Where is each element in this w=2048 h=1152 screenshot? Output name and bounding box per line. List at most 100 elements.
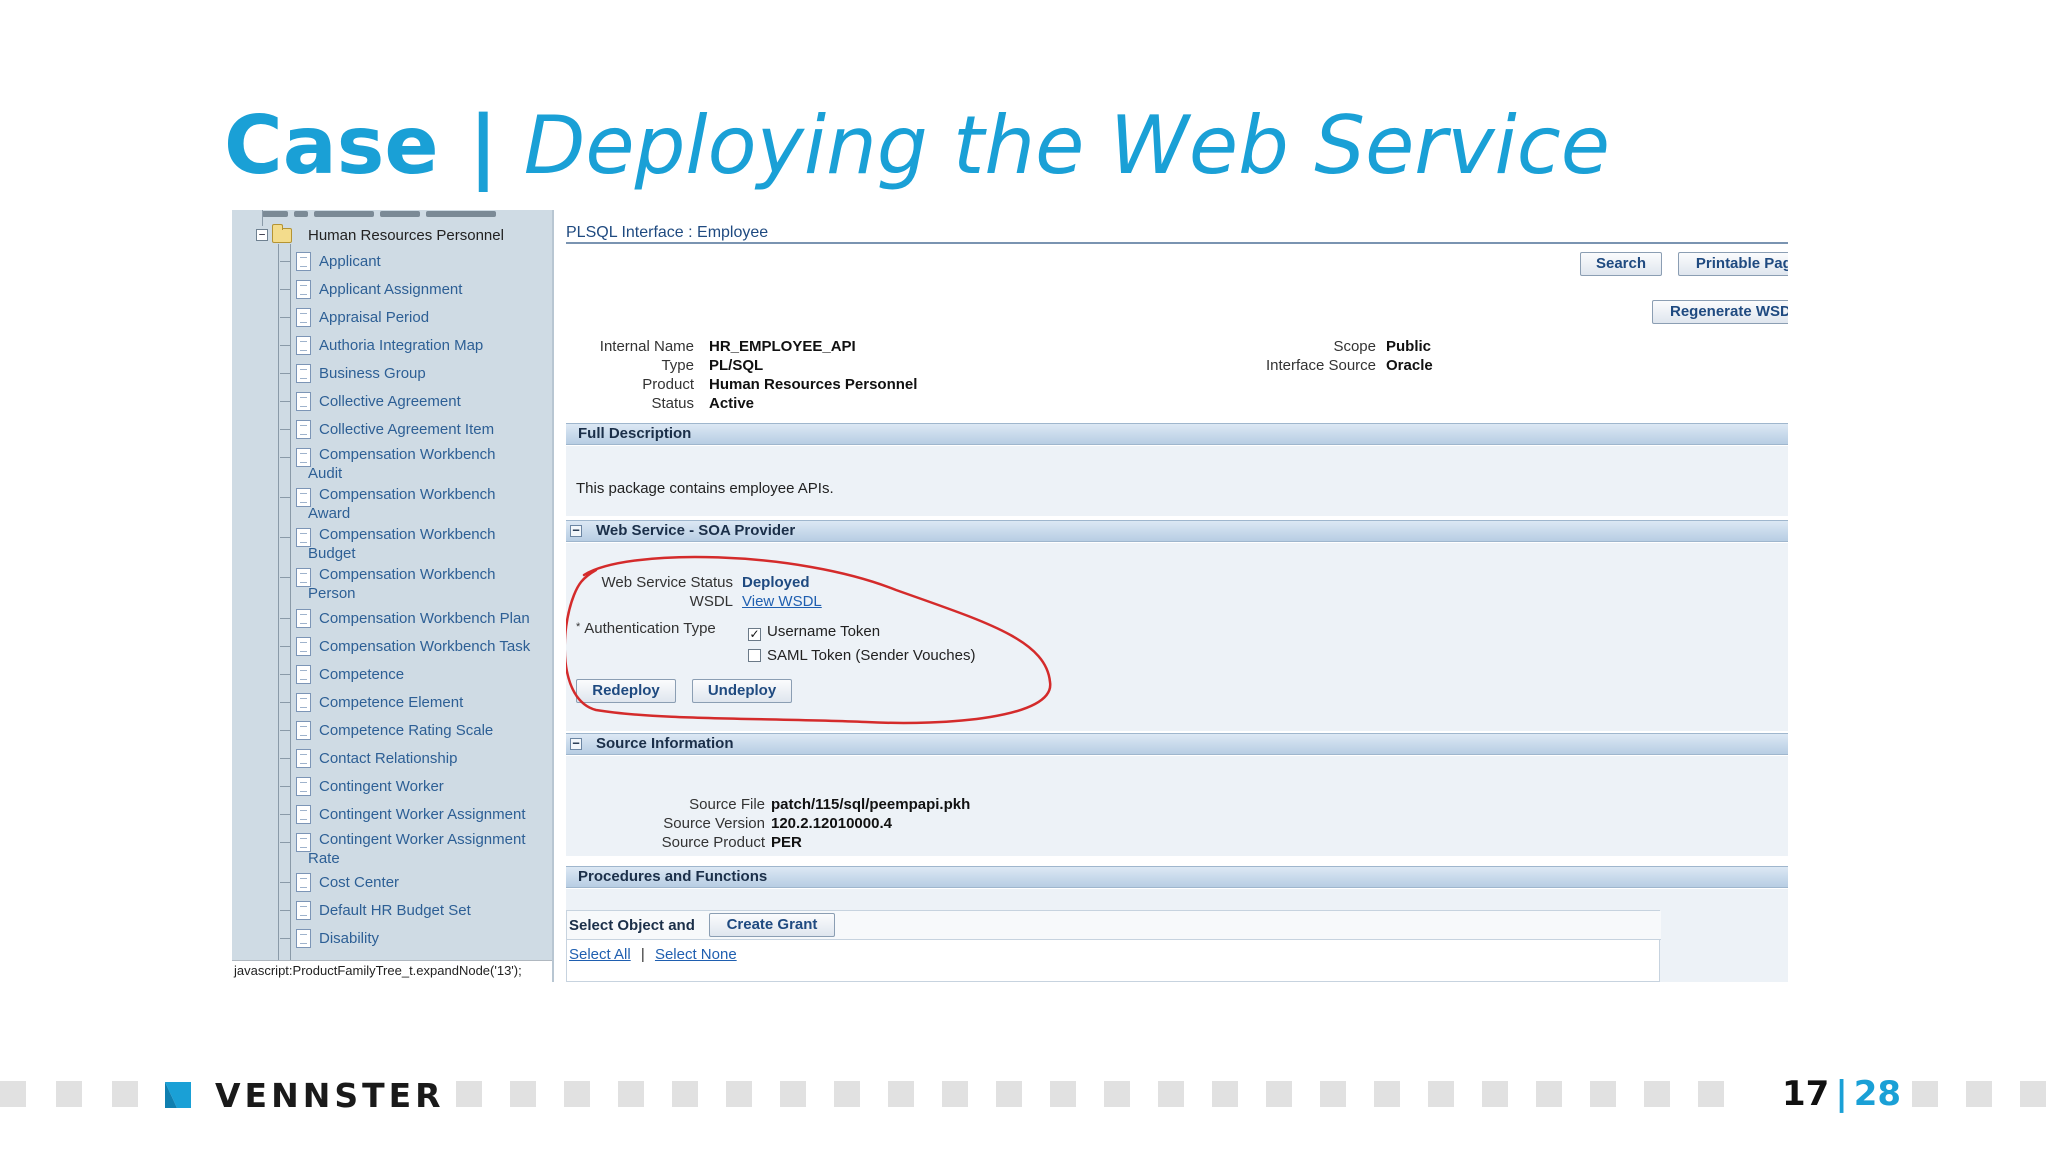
footer-square bbox=[1644, 1081, 1670, 1107]
tree-item-cost-center[interactable]: Cost Center bbox=[280, 868, 552, 896]
web-service-header[interactable]: − Web Service - SOA Provider bbox=[566, 520, 1788, 542]
product-tree: − Human Resources Personnel Applicant Ap… bbox=[232, 210, 554, 982]
tree-item-business-group[interactable]: Business Group bbox=[280, 359, 552, 387]
title-separator: | bbox=[468, 99, 498, 192]
type-label: Type bbox=[661, 357, 694, 374]
regenerate-wsdl-button[interactable]: Regenerate WSDL bbox=[1652, 300, 1788, 324]
select-none-link[interactable]: Select None bbox=[655, 946, 737, 963]
tree-item-compensation-workbench-budget[interactable]: Compensation Workbench Budget bbox=[280, 520, 552, 562]
tree-item-collective-agreement-item[interactable]: Collective Agreement Item bbox=[280, 415, 552, 443]
collapse-icon[interactable]: − bbox=[256, 229, 268, 241]
tree-item-competence-element[interactable]: Competence Element bbox=[280, 688, 552, 716]
tree-item-collective-agreement[interactable]: Collective Agreement bbox=[280, 387, 552, 415]
footer-square bbox=[1482, 1081, 1508, 1107]
footer-square bbox=[1374, 1081, 1400, 1107]
footer-square bbox=[1590, 1081, 1616, 1107]
source-product-label: Source Product bbox=[661, 834, 765, 851]
internal-name-label: Internal Name bbox=[599, 338, 694, 355]
product-label: Product bbox=[642, 376, 694, 393]
tree-item-compensation-workbench-award[interactable]: Compensation Workbench Award bbox=[280, 480, 552, 522]
tree-item-contingent-worker[interactable]: Contingent Worker bbox=[280, 772, 552, 800]
internal-name-value: HR_EMPLOYEE_API bbox=[709, 338, 856, 355]
footer-square bbox=[1698, 1081, 1724, 1107]
tree-item-compensation-workbench-task[interactable]: Compensation Workbench Task bbox=[280, 632, 552, 660]
tree-item-label: Competence bbox=[319, 666, 405, 683]
tree-root-label: Human Resources Personnel bbox=[308, 226, 504, 244]
document-icon bbox=[296, 308, 311, 327]
collapse-icon[interactable]: − bbox=[570, 524, 582, 537]
source-information-body: Source File patch/115/sql/peempapi.pkh S… bbox=[566, 756, 1788, 856]
product-row: Product Human Resources Personnel bbox=[566, 375, 1166, 394]
tree-root-node[interactable]: − Human Resources Personnel bbox=[256, 223, 504, 246]
browser-status-bar: javascript:ProductFamilyTree_t.expandNod… bbox=[232, 960, 552, 982]
type-value: PL/SQL bbox=[709, 357, 764, 374]
footer-square bbox=[2020, 1081, 2046, 1107]
tree-item-default-hr-budget-set[interactable]: Default HR Budget Set bbox=[280, 896, 552, 924]
footer-square bbox=[834, 1081, 860, 1107]
document-icon bbox=[296, 392, 311, 411]
footer-square bbox=[1320, 1081, 1346, 1107]
collapse-icon[interactable]: − bbox=[570, 737, 582, 750]
document-icon bbox=[296, 336, 311, 355]
vennster-logo-text: VENNSTER bbox=[215, 1075, 445, 1115]
document-icon bbox=[296, 777, 311, 796]
tree-item-label: Default HR Budget Set bbox=[319, 902, 471, 919]
footer-square bbox=[672, 1081, 698, 1107]
tree-item-compensation-workbench-audit[interactable]: Compensation Workbench Audit bbox=[280, 440, 552, 482]
status-value: Active bbox=[709, 395, 755, 412]
source-information-header[interactable]: − Source Information bbox=[566, 733, 1788, 755]
tree-item-label: Competence Element bbox=[319, 694, 464, 711]
document-icon bbox=[296, 721, 311, 740]
source-version-value: 120.2.12010000.4 bbox=[771, 815, 892, 832]
footer-square bbox=[996, 1081, 1022, 1107]
create-grant-button[interactable]: Create Grant bbox=[709, 913, 835, 937]
tree-item-label: Compensation Workbench Plan bbox=[319, 610, 530, 627]
slide: Case | Deploying the Web Service − Human R… bbox=[0, 0, 2048, 1152]
footer-square bbox=[618, 1081, 644, 1107]
tree-item-authoria-integration-map[interactable]: Authoria Integration Map bbox=[280, 331, 552, 359]
tree-item-disability[interactable]: Disability bbox=[280, 924, 552, 952]
footer-square bbox=[1212, 1081, 1238, 1107]
tree-cut-off-row bbox=[262, 210, 522, 217]
search-button[interactable]: Search bbox=[1580, 252, 1662, 276]
interface-details: PLSQL Interface : Employee Search Printa… bbox=[566, 210, 1788, 982]
source-file-row: Source File patch/115/sql/peempapi.pkh bbox=[566, 795, 1166, 814]
type-row: Type PL/SQL bbox=[566, 356, 1166, 375]
full-description-text: This package contains employee APIs. bbox=[576, 480, 834, 497]
tree-item-competence-rating-scale[interactable]: Competence Rating Scale bbox=[280, 716, 552, 744]
procedures-body: Select Object and Create Grant Select Al… bbox=[566, 889, 1788, 982]
document-icon bbox=[296, 805, 311, 824]
document-icon bbox=[296, 693, 311, 712]
document-icon bbox=[296, 873, 311, 892]
tree-item-applicant-assignment[interactable]: Applicant Assignment bbox=[280, 275, 552, 303]
tree-item-applicant[interactable]: Applicant bbox=[280, 247, 552, 275]
tree-item-label: Disability bbox=[319, 930, 380, 947]
tree-item-label: Collective Agreement bbox=[319, 393, 461, 410]
footer-square bbox=[726, 1081, 752, 1107]
footer-square bbox=[112, 1081, 138, 1107]
tree-item-compensation-workbench-person[interactable]: Compensation Workbench Person bbox=[280, 560, 552, 602]
tree-item-contingent-worker-assignment-rate[interactable]: Contingent Worker Assignment Rate bbox=[280, 825, 552, 867]
tree-item-compensation-workbench-plan[interactable]: Compensation Workbench Plan bbox=[280, 604, 552, 632]
tree-item-appraisal-period[interactable]: Appraisal Period bbox=[280, 303, 552, 331]
tree-item-competence[interactable]: Competence bbox=[280, 660, 552, 688]
document-icon bbox=[296, 929, 311, 948]
vennster-logo-icon bbox=[165, 1082, 191, 1108]
page-separator: | bbox=[1835, 1074, 1848, 1114]
select-object-label: Select Object and bbox=[569, 917, 695, 934]
tree-item-label: Business Group bbox=[319, 365, 426, 382]
tree-item-label: Compensation Workbench Award bbox=[308, 486, 496, 522]
tree-item-label: Applicant Assignment bbox=[319, 281, 463, 298]
tree-item-contact-relationship[interactable]: Contact Relationship bbox=[280, 744, 552, 772]
document-icon bbox=[296, 749, 311, 768]
scope-row: Scope Public bbox=[1166, 337, 1566, 356]
select-all-link[interactable]: Select All bbox=[569, 946, 631, 963]
source-product-value: PER bbox=[771, 834, 802, 851]
document-icon bbox=[296, 637, 311, 656]
tree-item-contingent-worker-assignment[interactable]: Contingent Worker Assignment bbox=[280, 800, 552, 828]
status-label: Status bbox=[651, 395, 694, 412]
footer-square bbox=[1966, 1081, 1992, 1107]
internal-name-row: Internal Name HR_EMPLOYEE_API bbox=[566, 337, 1166, 356]
printable-page-button[interactable]: Printable Page bbox=[1678, 252, 1788, 276]
scope-value: Public bbox=[1386, 338, 1432, 355]
